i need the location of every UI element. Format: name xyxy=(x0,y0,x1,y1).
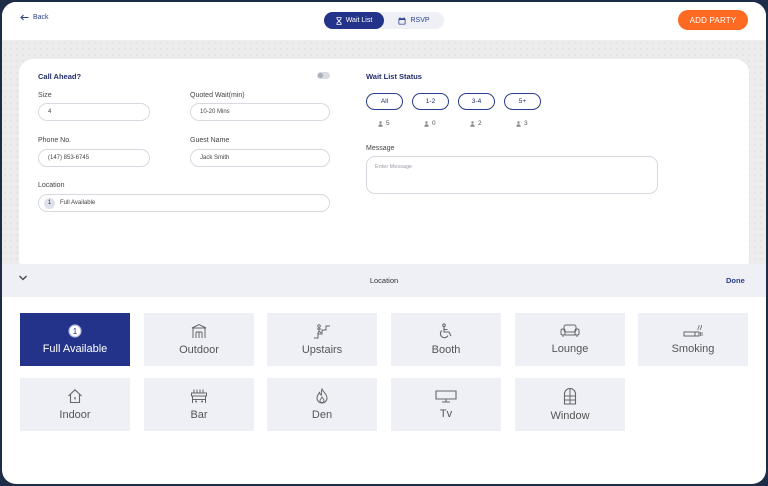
phone-input[interactable]: (147) 853-6745 xyxy=(38,149,150,167)
view-switcher: Wait List RSVP xyxy=(324,12,444,29)
location-option-tv[interactable]: Tv xyxy=(391,378,501,431)
location-input[interactable]: 1 Full Available xyxy=(38,194,330,212)
count-all: 5 xyxy=(378,120,390,127)
count-1-2-value: 0 xyxy=(432,120,436,127)
tab-rsvp-label: RSVP xyxy=(410,17,430,24)
location-option-label: Bar xyxy=(190,409,208,421)
location-option-label: Outdoor xyxy=(179,344,219,356)
location-option-label: Full Available xyxy=(42,343,108,355)
location-option-label: Den xyxy=(311,409,333,421)
quoted-wait-label: Quoted Wait(min) xyxy=(190,92,245,99)
size-label: Size xyxy=(38,92,52,99)
person-icon xyxy=(516,120,521,127)
location-option-label: Smoking xyxy=(671,343,715,355)
count-3-4: 2 xyxy=(470,120,482,127)
count-5-plus-value: 3 xyxy=(524,120,528,127)
fire-icon xyxy=(316,388,328,404)
location-option-upstairs[interactable]: Upstairs xyxy=(267,313,377,366)
location-option-booth[interactable]: Booth xyxy=(391,313,501,366)
location-option-lounge[interactable]: Lounge xyxy=(515,313,625,366)
back-label: Back xyxy=(33,14,49,21)
filter-1-2[interactable]: 1-2 xyxy=(412,93,449,110)
location-badge: 1 xyxy=(44,197,55,209)
location-option-window[interactable]: Window xyxy=(515,378,625,431)
guest-name-label: Guest Name xyxy=(190,137,230,144)
number-one-icon: 1 xyxy=(68,324,82,338)
done-button[interactable]: Done xyxy=(726,276,745,285)
message-label: Message xyxy=(366,145,395,152)
filter-5-plus[interactable]: 5+ xyxy=(504,93,541,110)
count-3-4-value: 2 xyxy=(478,120,482,127)
top-bar: Back Wait List RSVP ADD PARTY xyxy=(2,2,766,40)
party-form-card: Call Ahead? Size 4 Quoted Wait(min) 10-2… xyxy=(19,59,749,274)
window-icon xyxy=(563,387,577,405)
location-option-indoor[interactable]: Indoor xyxy=(20,378,130,431)
calendar-icon xyxy=(398,16,406,24)
svg-text:1: 1 xyxy=(73,327,78,336)
location-option-full-available[interactable]: 1 Full Available xyxy=(20,313,130,366)
location-picker-bar: Location Done xyxy=(2,264,766,297)
person-icon xyxy=(378,120,383,127)
gazebo-icon xyxy=(191,323,207,338)
location-option-smoking[interactable]: Smoking xyxy=(638,313,748,366)
tab-wait-list-label: Wait List xyxy=(345,17,373,24)
message-input[interactable]: Enter Message xyxy=(366,156,658,194)
bar-icon xyxy=(191,389,207,403)
sofa-icon xyxy=(560,324,580,337)
stairs-icon xyxy=(314,324,330,339)
location-option-label: Booth xyxy=(431,344,461,356)
count-1-2: 0 xyxy=(424,120,436,127)
wait-list-status-title: Wait List Status xyxy=(366,72,422,81)
call-ahead-toggle[interactable] xyxy=(317,72,330,79)
back-button[interactable]: Back xyxy=(20,14,49,21)
location-option-den[interactable]: Den xyxy=(267,378,377,431)
house-icon xyxy=(68,389,82,404)
location-option-label: Upstairs xyxy=(301,344,343,356)
count-5-plus: 3 xyxy=(516,120,528,127)
location-label: Location xyxy=(38,182,65,189)
size-input[interactable]: 4 xyxy=(38,103,150,121)
cigarette-icon xyxy=(683,324,703,337)
quoted-wait-input[interactable]: 10-20 Mins xyxy=(190,103,330,121)
location-option-outdoor[interactable]: Outdoor xyxy=(144,313,254,366)
wheelchair-icon xyxy=(439,323,452,339)
location-option-label: Indoor xyxy=(59,409,91,421)
phone-label: Phone No. xyxy=(38,137,72,144)
app-window: Back Wait List RSVP ADD PARTY Call Ahead… xyxy=(2,2,766,484)
arrow-left-icon xyxy=(20,14,29,21)
location-option-label: Window xyxy=(550,409,590,422)
filter-3-4[interactable]: 3-4 xyxy=(458,93,495,110)
location-option-label: Lounge xyxy=(551,343,589,355)
add-party-button[interactable]: ADD PARTY xyxy=(678,10,748,30)
hourglass-icon xyxy=(336,16,342,25)
tab-rsvp[interactable]: RSVP xyxy=(384,12,444,29)
location-option-label: Tv xyxy=(439,408,453,420)
location-picker-title: Location xyxy=(369,276,399,285)
tv-icon xyxy=(435,390,457,403)
person-icon xyxy=(470,120,475,127)
person-icon xyxy=(424,120,429,127)
location-value: Full Available xyxy=(60,200,96,206)
location-option-bar[interactable]: Bar xyxy=(144,378,254,431)
guest-name-input[interactable]: Jack Smith xyxy=(190,149,330,167)
filter-all[interactable]: All xyxy=(366,93,403,110)
count-all-value: 5 xyxy=(386,120,390,127)
call-ahead-label: Call Ahead? xyxy=(38,72,82,81)
tab-wait-list[interactable]: Wait List xyxy=(324,12,384,29)
